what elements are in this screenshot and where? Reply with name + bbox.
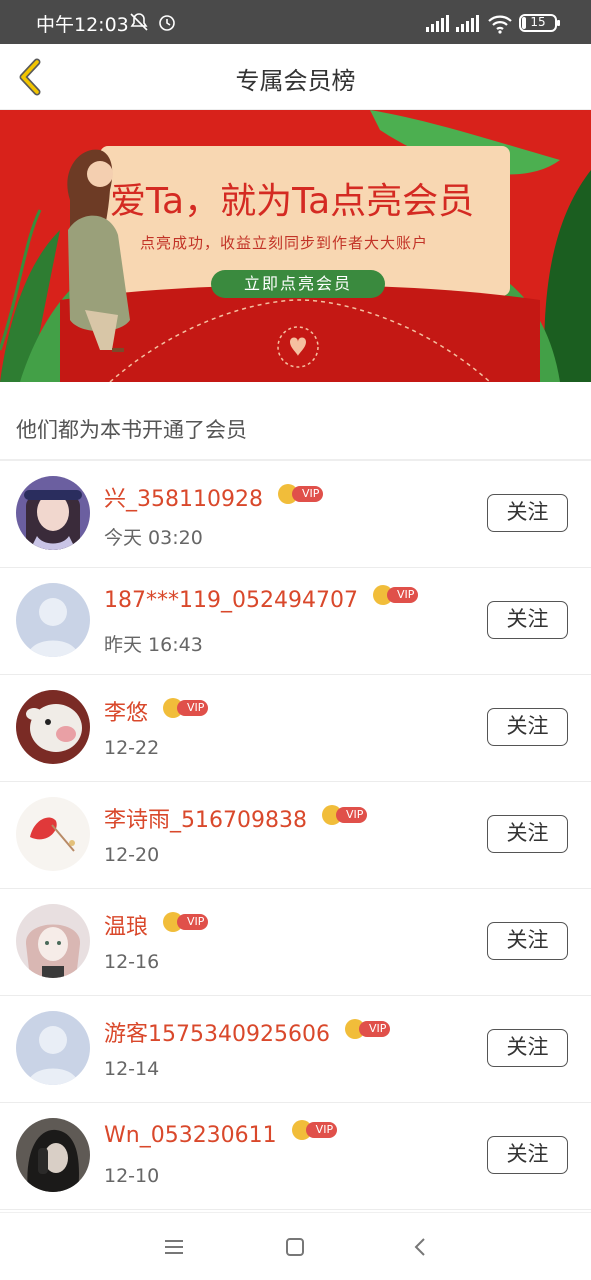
follow-button[interactable]: 关注	[487, 601, 568, 639]
member-date: 12-14	[104, 1058, 160, 1080]
home-icon[interactable]	[281, 1233, 309, 1261]
member-name[interactable]: 李诗雨_516709838 VIP	[104, 802, 372, 834]
app-header: 专属会员榜	[0, 44, 591, 110]
signal-icon	[426, 15, 449, 32]
follow-button[interactable]: 关注	[487, 1136, 568, 1174]
battery-icon: 15	[519, 14, 560, 32]
vip-label: VIP	[386, 587, 419, 603]
member-name-text[interactable]: Wn_053230611	[104, 1123, 277, 1148]
follow-button[interactable]: 关注	[487, 815, 568, 853]
member-name[interactable]: 温琅 VIP	[104, 909, 213, 941]
member-date: 12-20	[104, 844, 160, 866]
vip-label: VIP	[177, 700, 209, 716]
signal-icon	[456, 15, 479, 32]
default-avatar-icon	[16, 1011, 90, 1085]
avatar[interactable]	[16, 476, 90, 550]
avatar[interactable]	[16, 583, 90, 657]
avatar[interactable]	[16, 1011, 90, 1085]
vip-label: VIP	[335, 807, 368, 823]
user-photo-icon	[16, 476, 90, 550]
vip-badge: VIP	[321, 805, 372, 825]
wifi-icon	[488, 15, 512, 34]
member-name-text[interactable]: 游客1575340925606	[104, 1022, 330, 1047]
member-name[interactable]: 李悠 VIP	[104, 695, 213, 727]
menu-icon[interactable]	[160, 1233, 188, 1261]
member-row[interactable]: 兴_358110928 VIP 今天 03:20 关注	[0, 461, 591, 568]
member-row[interactable]: 李诗雨_516709838 VIP 12-20 关注	[0, 782, 591, 889]
vip-label: VIP	[291, 486, 324, 502]
user-photo-icon	[16, 797, 90, 871]
section-heading: 他们都为本书开通了会员	[16, 418, 247, 442]
follow-button[interactable]: 关注	[487, 494, 568, 532]
member-date: 今天 03:20	[104, 527, 203, 549]
default-avatar-icon	[16, 583, 90, 657]
member-date: 昨天 16:43	[104, 634, 203, 656]
member-name-text[interactable]: 187***119_052494707	[104, 588, 358, 613]
battery-level: 15	[530, 15, 546, 29]
member-name-text[interactable]: 兴_358110928	[104, 487, 263, 512]
user-photo-icon	[16, 904, 90, 978]
avatar[interactable]	[16, 1118, 90, 1192]
vip-label: VIP	[358, 1021, 391, 1037]
member-row[interactable]: 温琅 VIP 12-16 关注	[0, 889, 591, 996]
avatar[interactable]	[16, 904, 90, 978]
status-bar: 中午12:03 15	[0, 0, 591, 44]
vip-badge: VIP	[163, 912, 213, 932]
user-photo-icon	[16, 1118, 90, 1192]
member-date: 12-22	[104, 737, 160, 759]
member-row[interactable]: 李悠 VIP 12-22 关注	[0, 675, 591, 782]
member-date: 12-16	[104, 951, 160, 973]
vip-badge: VIP	[277, 484, 328, 504]
page-title: 专属会员榜	[235, 67, 356, 95]
member-name-text[interactable]: 李诗雨_516709838	[104, 808, 307, 833]
member-name[interactable]: 兴_358110928 VIP	[104, 481, 328, 513]
member-name-text[interactable]: 李悠	[104, 701, 148, 726]
banner-cta-button[interactable]: 立即点亮会员	[211, 270, 385, 298]
member-date: 12-10	[104, 1165, 160, 1187]
user-photo-icon	[16, 690, 90, 764]
follow-button[interactable]: 关注	[487, 922, 568, 960]
back-icon[interactable]	[406, 1233, 434, 1261]
system-navigation-bar	[0, 1212, 591, 1280]
member-name-text[interactable]: 温琅	[104, 915, 148, 940]
avatar[interactable]	[16, 797, 90, 871]
member-name[interactable]: 游客1575340925606 VIP	[104, 1016, 395, 1048]
alarm-icon	[159, 15, 175, 31]
member-row[interactable]: 187***119_052494707 VIP 昨天 16:43 关注	[0, 568, 591, 675]
follow-button[interactable]: 关注	[487, 1029, 568, 1067]
member-name[interactable]: Wn_053230611 VIP	[104, 1120, 342, 1148]
member-row[interactable]: Wn_053230611 VIP 12-10 关注	[0, 1103, 591, 1210]
vip-label: VIP	[177, 914, 209, 930]
vip-badge: VIP	[291, 1120, 342, 1140]
member-row[interactable]: 游客1575340925606 VIP 12-14 关注	[0, 996, 591, 1103]
banner-headline: 爱Ta，就为Ta点亮会员	[110, 181, 475, 222]
status-time: 中午12:03	[36, 14, 129, 36]
member-name[interactable]: 187***119_052494707 VIP	[104, 585, 423, 613]
member-list: 兴_358110928 VIP 今天 03:20 关注 187***119_05…	[0, 461, 591, 1210]
vip-badge: VIP	[344, 1019, 395, 1039]
follow-button[interactable]: 关注	[487, 708, 568, 746]
avatar[interactable]	[16, 690, 90, 764]
vip-badge: VIP	[163, 698, 213, 718]
vip-badge: VIP	[372, 585, 423, 605]
mute-icon	[130, 13, 148, 31]
vip-label: VIP	[305, 1122, 338, 1138]
banner-subtitle: 点亮成功，收益立刻同步到作者大大账户	[140, 234, 429, 252]
promo-banner[interactable]: 爱Ta，就为Ta点亮会员 点亮成功，收益立刻同步到作者大大账户 立即点亮会员	[0, 110, 591, 382]
